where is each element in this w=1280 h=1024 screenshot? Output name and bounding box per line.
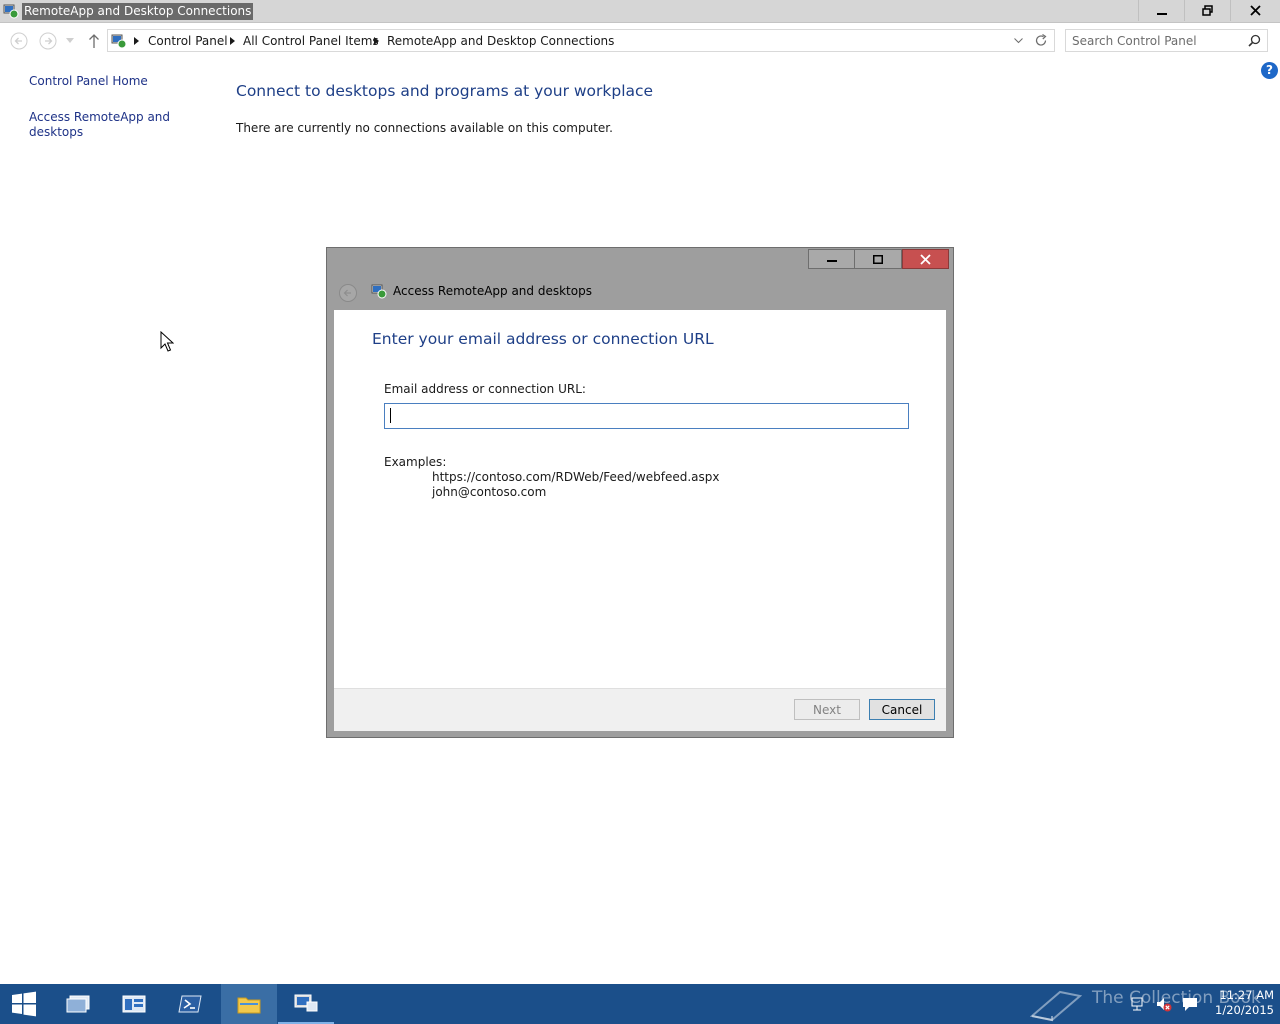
taskbar-powershell[interactable] — [162, 984, 218, 1024]
access-remoteapp-link-line2: desktops — [29, 125, 84, 139]
text-caret — [390, 408, 391, 423]
back-button[interactable] — [10, 32, 28, 50]
restore-button[interactable] — [1184, 0, 1230, 21]
cancel-button[interactable]: Cancel — [869, 699, 935, 720]
refresh-icon[interactable] — [1035, 34, 1048, 47]
forward-arrow-icon — [39, 32, 57, 50]
address-history-chevron-icon[interactable] — [1014, 38, 1023, 44]
taskbar-remoteapp[interactable] — [278, 984, 334, 1024]
breadcrumb-all-items[interactable]: All Control Panel Items — [243, 33, 379, 49]
back-arrow-icon — [343, 289, 351, 297]
search-box[interactable] — [1065, 29, 1268, 52]
file-explorer-folder-icon — [237, 997, 261, 1014]
examples-label: Examples: — [384, 455, 447, 469]
dialog-minimize-button[interactable] — [808, 249, 855, 269]
recent-pages-dropdown[interactable] — [64, 32, 76, 50]
dialog-heading: Enter your email address or connection U… — [372, 330, 714, 348]
back-arrow-icon — [10, 32, 28, 50]
window-title: RemoteApp and Desktop Connections — [22, 3, 254, 20]
taskbar-clock[interactable]: 11:27 AM 1/20/2015 — [1200, 988, 1274, 1018]
remoteapp-icon — [294, 994, 318, 1012]
mouse-cursor-icon — [160, 331, 174, 352]
minimize-button[interactable] — [1138, 0, 1184, 21]
next-button[interactable]: Next — [794, 699, 860, 720]
page-heading: Connect to desktops and programs at your… — [236, 82, 654, 100]
navigation-bar: Control Panel All Control Panel Items Re… — [0, 24, 1280, 58]
remoteapp-icon — [3, 4, 19, 19]
windows-logo-icon — [12, 991, 36, 1017]
close-icon — [920, 253, 931, 265]
breadcrumb-current[interactable]: RemoteApp and Desktop Connections — [387, 33, 614, 49]
access-remoteapp-dialog: Access RemoteApp and desktops Enter your… — [326, 247, 954, 738]
clock-time: 11:27 AM — [1219, 988, 1274, 1002]
url-field-label: Email address or connection URL: — [384, 382, 586, 396]
dialog-footer: Next Cancel — [334, 688, 946, 731]
dialog-maximize-button[interactable] — [854, 249, 902, 269]
taskbar-server-manager[interactable] — [106, 984, 162, 1024]
taskbar-task-view[interactable] — [50, 984, 106, 1024]
dialog-title: Access RemoteApp and desktops — [393, 284, 592, 298]
dialog-back-button[interactable] — [339, 284, 357, 302]
close-icon — [1250, 5, 1261, 16]
chevron-down-icon — [66, 38, 74, 43]
clock-date: 1/20/2015 — [1215, 1003, 1274, 1017]
access-remoteapp-link-line1: Access RemoteApp and — [29, 110, 171, 124]
window-titlebar[interactable]: RemoteApp and Desktop Connections — [0, 0, 1280, 23]
start-button[interactable] — [0, 984, 48, 1024]
breadcrumb-separator-icon — [374, 37, 379, 45]
example-url: https://contoso.com/RDWeb/Feed/webfeed.a… — [432, 470, 720, 484]
taskbar: The Collection Book 11:27 AM 1/20/2015 — [0, 984, 1280, 1024]
forward-button[interactable] — [39, 32, 57, 50]
breadcrumb-separator-icon — [230, 37, 235, 45]
access-remoteapp-link[interactable]: Access RemoteApp and desktops — [29, 110, 170, 140]
minimize-icon — [826, 260, 837, 262]
breadcrumb-control-panel[interactable]: Control Panel — [148, 33, 228, 49]
remoteapp-icon — [371, 284, 387, 299]
dialog-close-button[interactable] — [902, 249, 949, 269]
up-button[interactable] — [85, 32, 103, 50]
breadcrumb-separator-icon — [134, 37, 139, 45]
close-button[interactable] — [1230, 0, 1280, 21]
search-icon[interactable] — [1248, 34, 1261, 47]
no-connections-text: There are currently no connections avail… — [236, 121, 613, 135]
control-panel-icon — [111, 34, 127, 49]
search-input[interactable] — [1072, 33, 1242, 49]
up-arrow-icon — [89, 34, 99, 48]
server-manager-icon — [122, 995, 146, 1013]
network-icon[interactable] — [1130, 996, 1146, 1012]
restore-icon — [1202, 5, 1213, 16]
minimize-icon — [1156, 12, 1167, 15]
powershell-icon — [178, 995, 202, 1013]
volume-muted-icon[interactable] — [1156, 996, 1172, 1012]
maximize-icon — [873, 254, 883, 264]
task-view-icon — [66, 995, 90, 1013]
control-panel-home-link[interactable]: Control Panel Home — [29, 74, 148, 89]
dialog-content: Enter your email address or connection U… — [334, 310, 946, 731]
example-email: john@contoso.com — [432, 485, 547, 499]
help-icon[interactable]: ? — [1261, 62, 1278, 79]
taskbar-file-explorer[interactable] — [221, 984, 277, 1024]
connection-url-input[interactable] — [384, 403, 909, 429]
address-bar[interactable]: Control Panel All Control Panel Items Re… — [107, 29, 1055, 52]
watermark-book-icon — [1030, 990, 1082, 1022]
action-center-icon[interactable] — [1182, 996, 1198, 1012]
